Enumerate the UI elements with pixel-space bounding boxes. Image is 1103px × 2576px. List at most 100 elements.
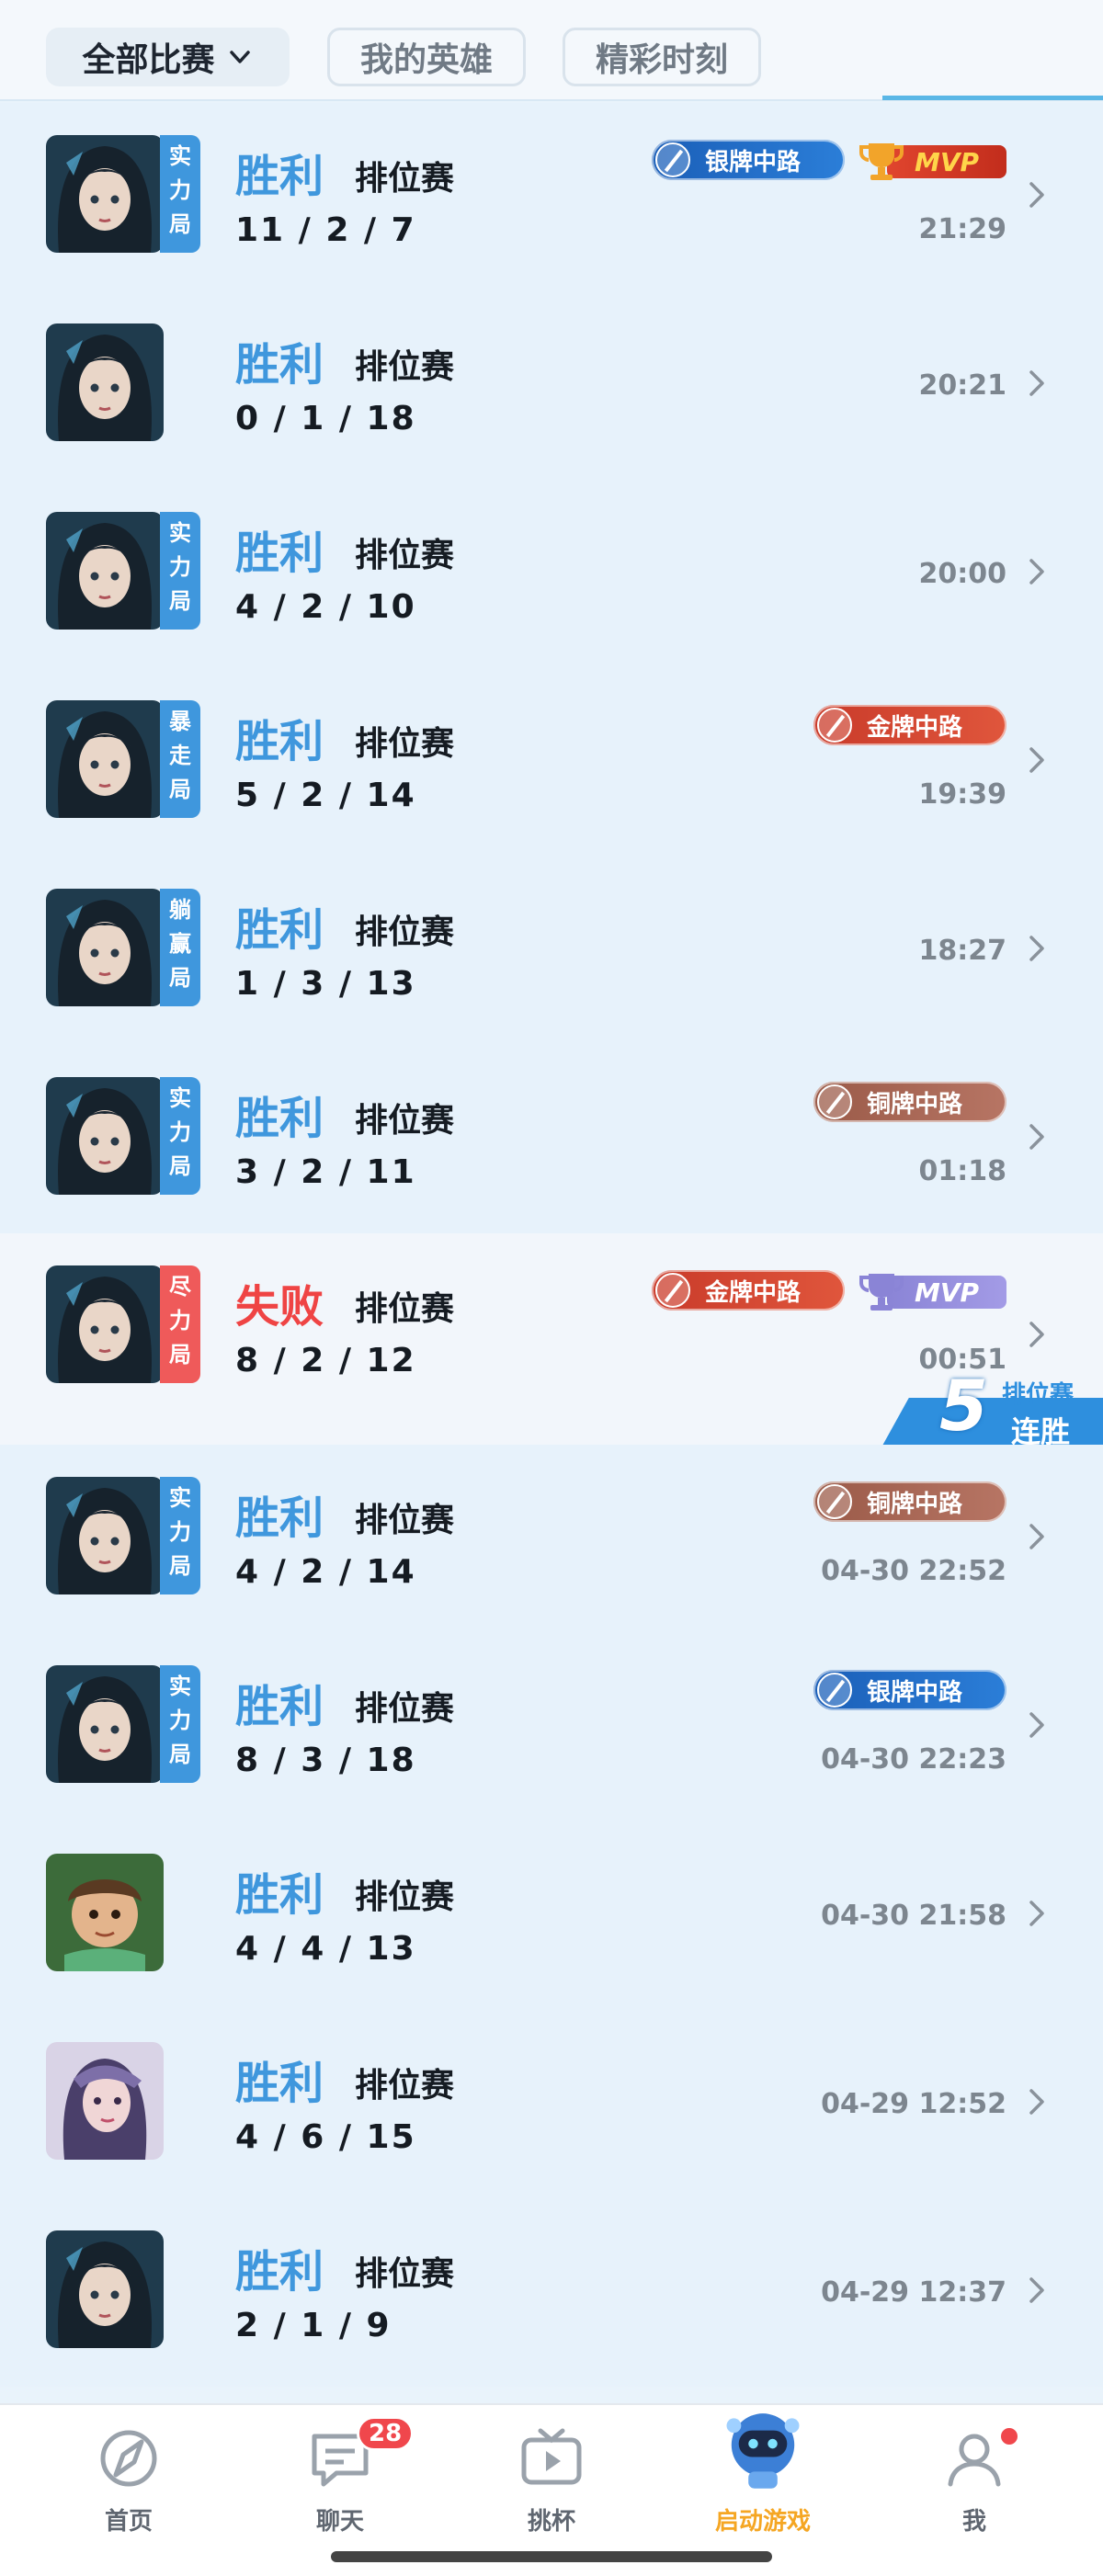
nav-home[interactable]: 首页 xyxy=(64,2405,193,2543)
kda-score: 5 / 2 / 14 xyxy=(235,777,416,814)
tab-underline xyxy=(882,96,1103,100)
position-medal-label: 金牌中路 xyxy=(867,713,963,742)
chevron-right-icon[interactable] xyxy=(1020,743,1053,777)
match-time: 19:39 xyxy=(918,778,1007,811)
match-row[interactable]: 胜利 排位赛 4 / 6 / 15 04-29 12:52 xyxy=(0,2010,1103,2198)
chevron-right-icon[interactable] xyxy=(1020,1120,1053,1153)
hero-avatar xyxy=(46,2042,200,2160)
nav-chat[interactable]: 28 聊天 xyxy=(276,2405,415,2543)
kda-score: 8 / 2 / 12 xyxy=(235,1342,416,1379)
nav-me[interactable]: 我 xyxy=(910,2405,1039,2543)
mode-tag-char: 力 xyxy=(169,1119,191,1145)
match-mode-tag: 实力局 xyxy=(160,135,200,253)
mode-tag-char: 局 xyxy=(169,211,191,237)
position-medal-label: 银牌中路 xyxy=(867,1678,963,1707)
match-result: 胜利 xyxy=(235,904,324,956)
hero-avatar: 实力局 xyxy=(46,512,200,630)
match-result: 胜利 xyxy=(235,1492,324,1544)
match-time: 01:18 xyxy=(918,1155,1007,1187)
match-type: 排位赛 xyxy=(355,1690,455,1728)
home-compass-icon xyxy=(100,2430,157,2487)
filter-my-heroes[interactable]: 我的英雄 xyxy=(327,28,526,86)
match-result: 胜利 xyxy=(235,2246,324,2298)
sword-icon xyxy=(655,142,690,177)
hero-portrait xyxy=(46,1854,164,1971)
match-row[interactable]: 胜利 排位赛 4 / 4 / 13 04-30 21:58 xyxy=(0,1821,1103,2010)
win-streak-banner: 5 排位赛 连胜 xyxy=(882,1365,1103,1449)
match-result: 胜利 xyxy=(235,339,324,391)
match-row[interactable]: 实力局胜利 排位赛 4 / 2 / 10 20:00 xyxy=(0,480,1103,668)
robot-mascot-icon xyxy=(726,2413,800,2489)
chevron-right-icon[interactable] xyxy=(1020,367,1053,400)
nav-cup[interactable]: 挑杯 xyxy=(487,2405,616,2543)
chevron-right-icon[interactable] xyxy=(1020,1520,1053,1553)
match-row[interactable]: 胜利 排位赛 0 / 1 / 18 20:21 xyxy=(0,291,1103,480)
match-mode-tag: 实力局 xyxy=(160,1665,200,1783)
hero-avatar: 实力局 xyxy=(46,1477,200,1594)
filter-highlights[interactable]: 精彩时刻 xyxy=(563,28,761,86)
match-result: 胜利 xyxy=(235,1869,324,1921)
sword-icon xyxy=(655,1273,690,1308)
match-result: 失败 xyxy=(235,1281,324,1333)
chevron-right-icon[interactable] xyxy=(1020,1708,1053,1742)
bottom-nav: 首页 28 聊天 挑杯 启动游戏 我 xyxy=(0,2403,1103,2576)
kda-score: 0 / 1 / 18 xyxy=(235,400,416,437)
filter-all-matches[interactable]: 全部比赛 xyxy=(46,28,290,86)
match-time: 04-29 12:37 xyxy=(821,2276,1006,2309)
filter-moment-label: 精彩时刻 xyxy=(595,41,728,79)
match-type: 排位赛 xyxy=(355,1102,455,1140)
mode-tag-char: 尽 xyxy=(169,1274,191,1299)
match-type: 排位赛 xyxy=(355,1878,455,1916)
nav-launch-game[interactable]: 启动游戏 xyxy=(699,2405,827,2543)
filter-bar: 全部比赛 我的英雄 精彩时刻 xyxy=(0,0,1103,101)
match-row[interactable]: 胜利 排位赛 2 / 1 / 9 04-29 12:37 xyxy=(0,2198,1103,2387)
match-result: 胜利 xyxy=(235,2058,324,2109)
match-row[interactable]: 实力局胜利 排位赛 4 / 2 / 14 铜牌中路 04-30 22:52 xyxy=(0,1445,1103,1633)
hero-portrait xyxy=(46,2042,164,2160)
chevron-down-icon xyxy=(229,51,250,63)
nav-game-label: 启动游戏 xyxy=(714,2508,811,2536)
achievement-badges: 银牌中路 MVP xyxy=(652,140,1006,180)
position-medal-badge: 铜牌中路 xyxy=(813,1082,1006,1122)
kda-score: 3 / 2 / 11 xyxy=(235,1153,416,1191)
trophy-icon xyxy=(859,1270,904,1312)
match-type: 排位赛 xyxy=(355,537,455,574)
match-time: 04-30 22:23 xyxy=(821,1743,1006,1776)
match-result: 胜利 xyxy=(235,716,324,767)
mode-tag-char: 实 xyxy=(169,520,191,546)
match-mode-tag: 暴走局 xyxy=(160,700,200,818)
match-row[interactable]: 实力局胜利 排位赛 3 / 2 / 11 铜牌中路 01:18 xyxy=(0,1045,1103,1233)
mode-tag-char: 实 xyxy=(169,143,191,169)
match-type: 排位赛 xyxy=(355,1502,455,1539)
match-row[interactable]: 实力局胜利 排位赛 8 / 3 / 18 银牌中路 04-30 22:23 xyxy=(0,1633,1103,1821)
chevron-right-icon[interactable] xyxy=(1020,2085,1053,2118)
chevron-right-icon[interactable] xyxy=(1020,2274,1053,2307)
position-medal-label: 金牌中路 xyxy=(705,1278,802,1307)
match-time: 20:00 xyxy=(918,558,1007,590)
match-row[interactable]: 躺赢局胜利 排位赛 1 / 3 / 13 18:27 xyxy=(0,857,1103,1045)
tv-play-icon xyxy=(521,2428,582,2485)
sword-icon xyxy=(817,1484,852,1519)
match-row[interactable]: 尽力局失败 排位赛 8 / 2 / 12 金牌中路 MVP 00:51 5 排位赛 连胜 xyxy=(0,1233,1103,1449)
chevron-right-icon[interactable] xyxy=(1020,1318,1053,1351)
position-medal-label: 银牌中路 xyxy=(705,148,802,176)
chevron-right-icon[interactable] xyxy=(1020,555,1053,588)
trophy-icon xyxy=(859,140,904,182)
chevron-right-icon[interactable] xyxy=(1020,178,1053,211)
match-row[interactable]: 暴走局胜利 排位赛 5 / 2 / 14 金牌中路 19:39 xyxy=(0,668,1103,857)
nav-cup-label: 挑杯 xyxy=(527,2508,575,2536)
mode-tag-char: 躺 xyxy=(169,897,191,923)
chevron-right-icon[interactable] xyxy=(1020,1897,1053,1930)
achievement-badges: 金牌中路 MVP xyxy=(652,1270,1006,1311)
match-row[interactable]: 实力局胜利 排位赛 11 / 2 / 7 银牌中路 MVP 21:29 xyxy=(0,103,1103,291)
chevron-right-icon[interactable] xyxy=(1020,932,1053,965)
match-mode-tag: 实力局 xyxy=(160,1077,200,1195)
kda-score: 4 / 6 / 15 xyxy=(235,2118,416,2156)
match-type: 排位赛 xyxy=(355,348,455,386)
match-type: 排位赛 xyxy=(355,725,455,763)
mode-tag-char: 实 xyxy=(169,1674,191,1699)
hero-avatar xyxy=(46,1854,200,1971)
sword-icon xyxy=(817,1084,852,1119)
position-medal-badge: 金牌中路 xyxy=(652,1270,845,1311)
filter-hero-label: 我的英雄 xyxy=(359,41,493,79)
